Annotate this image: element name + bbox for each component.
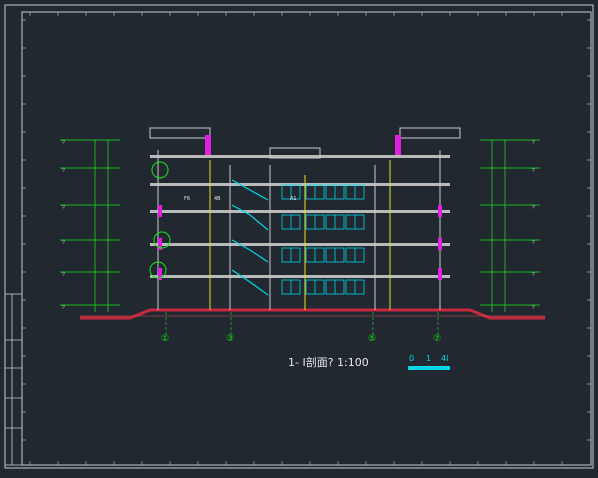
axis-label-7: ⑦: [433, 334, 442, 344]
axis-label-1: ①: [161, 334, 170, 344]
cad-canvas[interactable]: ▽ ▽ ▽ ▽ ▽ ▽ ▽ ▽ ▽ ▽ ▽ ▽ ① ③ ⑤ ⑦ F6 4B A1…: [0, 0, 598, 474]
room-tag: F6: [184, 196, 191, 202]
level-markers: ▽▽▽ ▽▽▽ ▽▽▽ ▽▽▽: [62, 139, 536, 309]
section-drawing: ▽▽▽ ▽▽▽ ▽▽▽ ▽▽▽: [4, 4, 594, 469]
title-block: [4, 293, 23, 466]
room-tag: 4B: [214, 196, 221, 202]
room-tag: A1: [290, 196, 297, 202]
scale-label-0: 0: [409, 354, 415, 363]
scale-label-1: 1: [426, 354, 432, 363]
drawing-title: 1- I剖面? 1:100: [288, 356, 369, 369]
ground-line: [80, 308, 545, 320]
axis-label-5: ⑤: [368, 334, 377, 344]
scale-bar: [408, 366, 450, 370]
dimension-lines-right: [480, 139, 540, 312]
dimension-lines-left: [60, 139, 120, 312]
axis-label-3: ③: [226, 334, 235, 344]
scale-label-4: 4l: [441, 354, 449, 363]
axis-lines: [165, 312, 439, 336]
detail-callouts: [149, 161, 171, 279]
ruler-ticks: [22, 12, 591, 465]
